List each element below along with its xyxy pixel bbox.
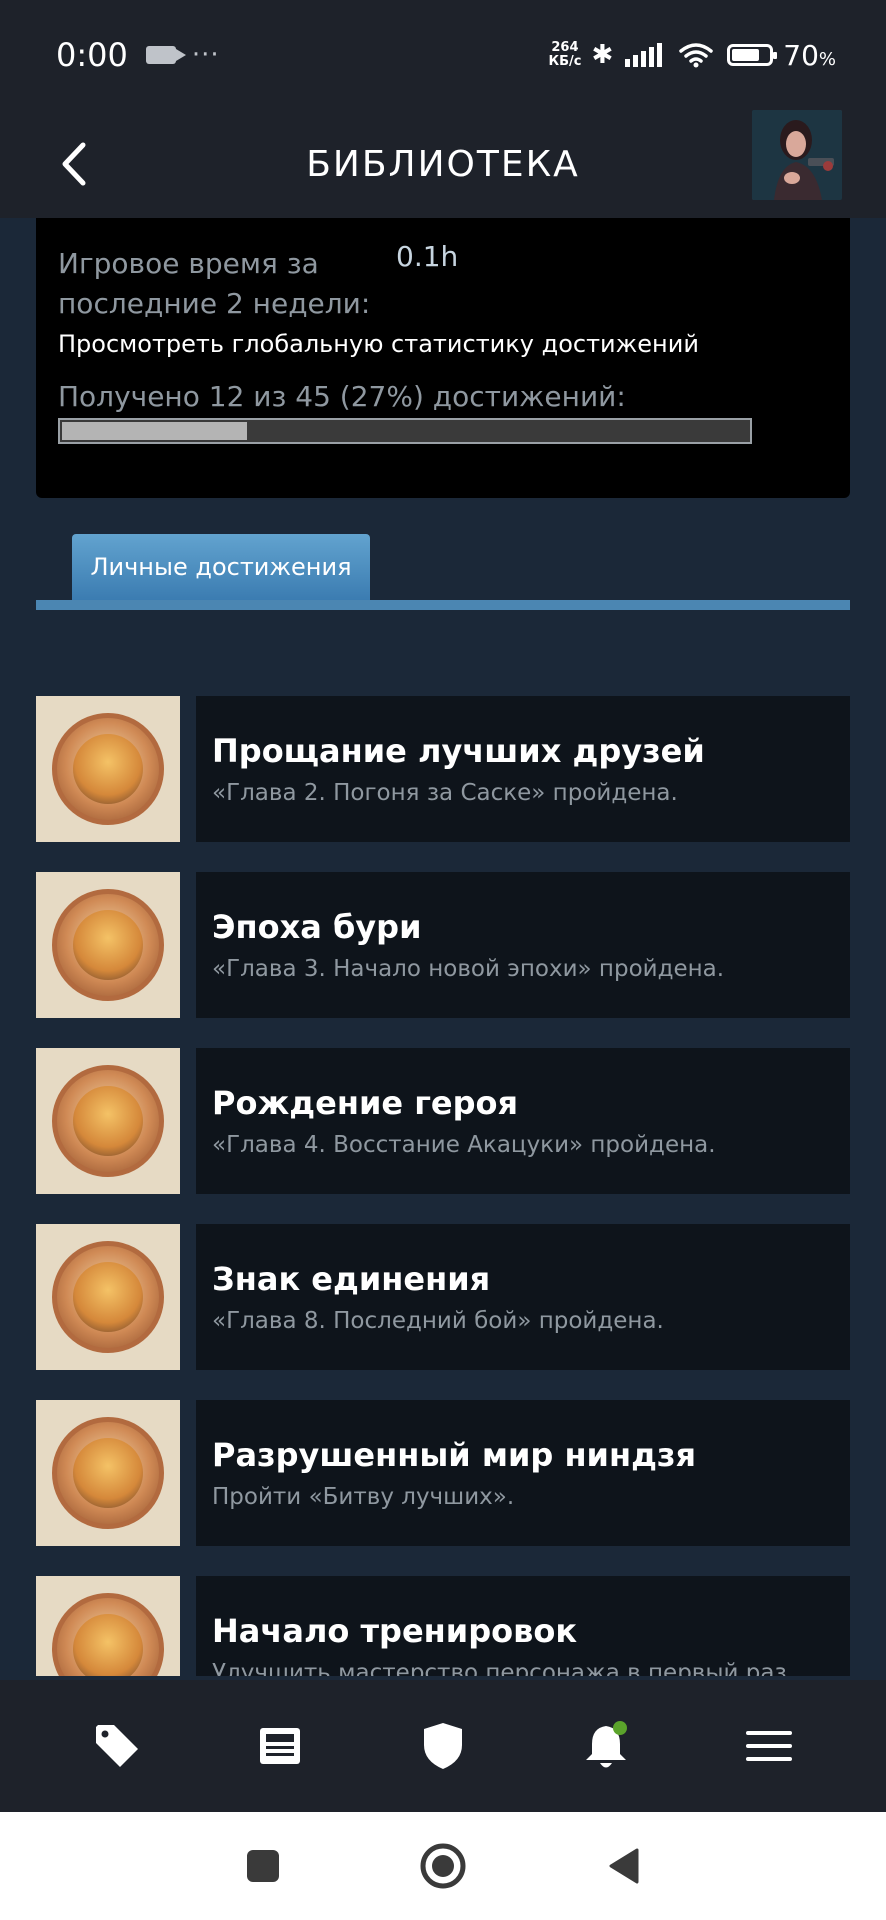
status-right: 264 КБ/с ✱ 70% [548,39,836,72]
bell-icon [585,1721,627,1768]
achievement-card: Эпоха бури «Глава 3. Начало новой эпохи» … [196,872,850,1018]
network-speed: 264 КБ/с [548,41,581,69]
achievement-progress-label: Получено 12 из 45 (27%) достижений: [58,380,626,413]
achievement-title: Разрушенный мир ниндзя [212,1436,697,1474]
system-navigation-bar [0,1812,886,1920]
achievement-card: Рождение героя «Глава 4. Восстание Акацук… [196,1048,850,1194]
nav-guard-button[interactable] [403,1706,483,1786]
achievement-description: Улучшить мастерство персонажа в первый р… [212,1660,795,1676]
status-bar: 0:00 ··· 264 КБ/с ✱ 70% [0,0,886,110]
home-circle-icon [420,1843,466,1889]
game-stats-panel: Игровое время за последние 2 недели: 0.1… [36,218,850,498]
achievement-list[interactable]: Прощание лучших друзей «Глава 2. Погоня з… [36,696,850,1676]
medal-badge-icon [52,1593,164,1676]
medal-portrait [73,910,143,980]
medal-badge-icon [52,1241,164,1353]
medal-portrait [73,1438,143,1508]
recents-square-icon [247,1850,279,1882]
achievement-icon [36,872,180,1018]
app-header: БИБЛИОТЕКА [0,110,886,218]
achievement-card: Прощание лучших друзей «Глава 2. Погоня з… [196,696,850,842]
menu-icon [745,1731,792,1761]
achievement-icon [36,1576,180,1676]
achievement-card: Разрушенный мир ниндзя Пройти «Битву лучш… [196,1400,850,1546]
home-button[interactable] [403,1826,483,1906]
achievement-description: Пройти «Битву лучших». [212,1484,515,1510]
achievement-item[interactable]: Начало тренировок Улучшить мастерство пер… [36,1576,850,1676]
nav-store-button[interactable] [77,1706,157,1786]
achievement-icon [36,1048,180,1194]
achievement-description: «Глава 8. Последний бой» пройдена. [212,1308,664,1334]
achievement-title: Знак единения [212,1260,491,1298]
achievement-icon [36,1224,180,1370]
medal-badge-icon [52,713,164,825]
nav-news-button[interactable] [240,1706,320,1786]
achievement-description: «Глава 4. Восстание Акацуки» пройдена. [212,1132,716,1158]
user-avatar[interactable] [752,110,842,200]
bluetooth-icon: ✱ [591,40,614,70]
achievement-icon [36,696,180,842]
achievement-icon [36,1400,180,1546]
achievement-progress-bar [58,418,752,444]
wifi-icon [679,43,713,68]
achievement-card: Начало тренировок Улучшить мастерство пер… [196,1576,850,1676]
achievement-title: Прощание лучших друзей [212,732,705,770]
achievement-card: Знак единения «Глава 8. Последний бой» пр… [196,1224,850,1370]
battery-percent-unit: % [818,48,836,70]
global-achievement-stats-link[interactable]: Просмотреть глобальную статистику достиж… [58,330,699,358]
page-title: БИБЛИОТЕКА [306,143,580,185]
news-icon [260,1728,301,1764]
notification-badge [612,1721,627,1735]
achievement-progress-fill [62,422,247,440]
tab-underline [36,600,850,610]
playtime-label: Игровое время за последние 2 недели: [58,247,371,320]
medal-portrait [73,1086,143,1156]
achievement-item[interactable]: Знак единения «Глава 8. Последний бой» пр… [36,1224,850,1370]
nav-menu-button[interactable] [729,1706,809,1786]
achievement-title: Рождение героя [212,1084,519,1122]
avatar-image [752,110,842,200]
back-button[interactable] [44,134,104,194]
medal-portrait [73,1614,143,1676]
back-triangle-icon [609,1848,639,1884]
achievement-title: Начало тренировок [212,1612,578,1650]
playtime-value: 0.1h [396,240,459,273]
cell-signal-icon [625,43,665,67]
nav-notifications-button[interactable] [566,1706,646,1786]
medal-badge-icon [52,1065,164,1177]
shield-icon [423,1723,462,1769]
medal-badge-icon [52,1417,164,1529]
network-speed-unit: КБ/с [548,54,582,69]
achievement-title: Эпоха бури [212,908,422,946]
status-left: 0:00 ··· [56,36,220,74]
medal-badge-icon [52,889,164,1001]
chevron-left-icon [62,142,86,186]
achievement-item[interactable]: Разрушенный мир ниндзя Пройти «Битву лучш… [36,1400,850,1546]
tag-icon [96,1725,139,1767]
battery-percent: 70% [783,39,836,72]
medal-portrait [73,734,143,804]
achievement-item[interactable]: Рождение героя «Глава 4. Восстание Акацук… [36,1048,850,1194]
achievement-description: «Глава 2. Погоня за Саске» пройдена. [212,780,678,806]
achievement-description: «Глава 3. Начало новой эпохи» пройдена. [212,956,725,982]
recents-button[interactable] [223,1826,303,1906]
tab-personal-achievements[interactable]: Личные достижения [72,534,370,600]
battery-icon [727,44,778,66]
system-back-button[interactable] [583,1826,663,1906]
achievement-item[interactable]: Прощание лучших друзей «Глава 2. Погоня з… [36,696,850,842]
status-time: 0:00 [56,36,128,74]
screen-record-icon [145,46,186,64]
more-notifications-icon: ··· [191,40,220,70]
achievement-item[interactable]: Эпоха бури «Глава 3. Начало новой эпохи» … [36,872,850,1018]
battery-percent-value: 70 [783,38,819,72]
medal-portrait [73,1262,143,1332]
network-speed-value: 264 [551,40,579,55]
bottom-navigation [0,1680,886,1812]
